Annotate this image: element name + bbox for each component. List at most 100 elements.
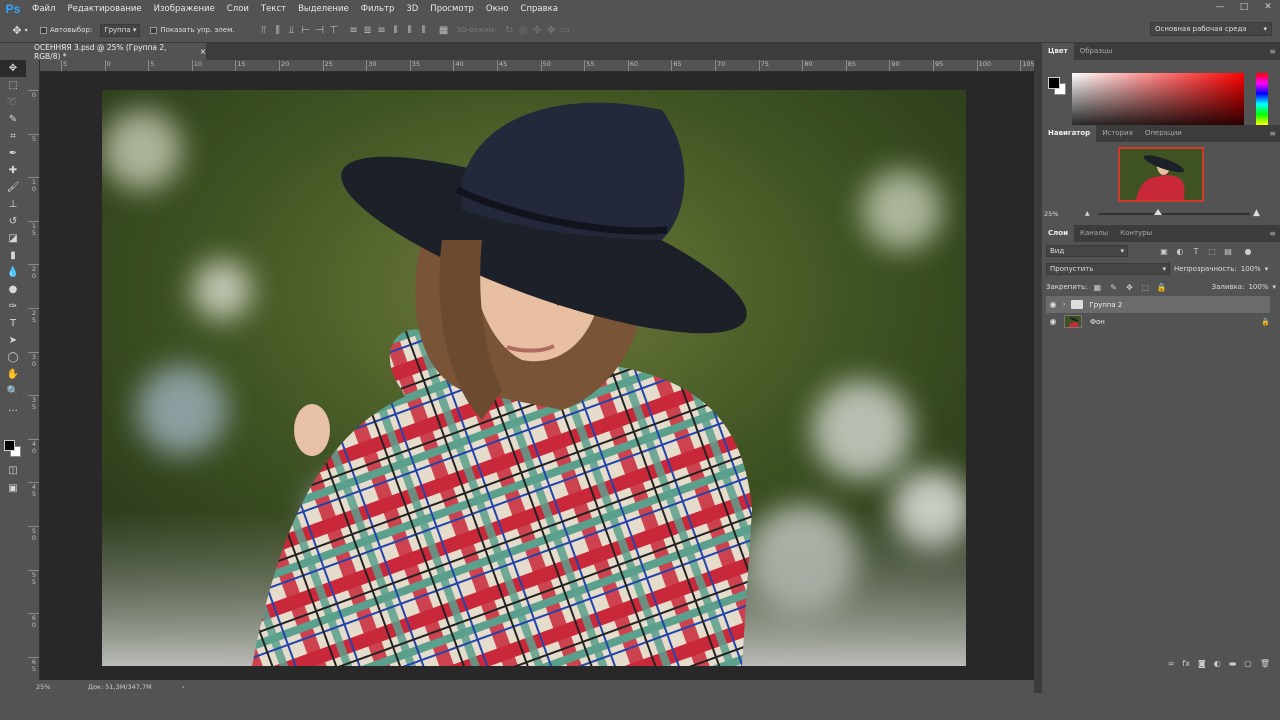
- workspace-select[interactable]: Основная рабочая среда ▾: [1150, 22, 1272, 36]
- slider-knob[interactable]: [1154, 209, 1162, 215]
- layer-mask-icon[interactable]: ◙: [1198, 659, 1206, 671]
- menu-image[interactable]: Изображение: [148, 0, 221, 18]
- layer-filter-select[interactable]: Вид ▾: [1046, 245, 1128, 257]
- align-bottom-icon[interactable]: ⫫: [285, 23, 299, 37]
- type-tool[interactable]: T: [0, 315, 26, 332]
- lock-position-icon[interactable]: ✥: [1123, 281, 1135, 293]
- zoom-in-icon[interactable]: ▲: [1253, 208, 1260, 218]
- menu-type[interactable]: Текст: [255, 0, 292, 18]
- tab-actions[interactable]: Операции: [1139, 125, 1188, 142]
- menu-edit[interactable]: Редактирование: [61, 0, 147, 18]
- distribute-hcenter-icon[interactable]: ⦀: [403, 23, 417, 37]
- expand-arrow-icon[interactable]: ›: [1063, 301, 1065, 308]
- horizontal-ruler[interactable]: 5 0 5 10 15 20 25 30 35 40 45 50 55 60 65 70 75 80 85 90 95 1…: [40, 60, 1034, 72]
- navigator-zoom-slider[interactable]: [1098, 213, 1250, 215]
- status-menu-arrow[interactable]: ›: [182, 683, 185, 691]
- new-layer-icon[interactable]: ▢: [1244, 659, 1252, 671]
- menu-view[interactable]: Просмотр: [424, 0, 480, 18]
- quick-mask-button[interactable]: ◫: [0, 462, 26, 479]
- align-vcenter-icon[interactable]: ⫼: [271, 23, 285, 37]
- dodge-tool[interactable]: ●: [0, 281, 26, 298]
- close-window-button[interactable]: ✕: [1256, 0, 1280, 14]
- chevron-down-icon[interactable]: ▾: [1272, 283, 1276, 291]
- zoom-level[interactable]: 25%: [28, 683, 78, 691]
- healing-tool[interactable]: ✚: [0, 162, 26, 179]
- distribute-bottom-icon[interactable]: ≡: [375, 23, 389, 37]
- show-transform-checkbox[interactable]: Показать упр. элем.: [150, 26, 235, 34]
- navigator-zoom[interactable]: 25%: [1044, 210, 1058, 218]
- blend-mode-select[interactable]: Пропустить ▾: [1046, 263, 1170, 275]
- lock-all-icon[interactable]: 🔒: [1155, 281, 1167, 293]
- brush-tool[interactable]: 🖌: [0, 179, 26, 196]
- tab-channels[interactable]: Каналы: [1074, 225, 1114, 242]
- visibility-eye-icon[interactable]: ◉: [1046, 300, 1060, 309]
- tab-navigator[interactable]: Навигатор: [1042, 125, 1097, 142]
- adjustment-layer-icon[interactable]: ◐: [1214, 659, 1221, 671]
- layer-style-icon[interactable]: fx: [1182, 659, 1190, 671]
- distribute-right-icon[interactable]: ⦀: [417, 23, 431, 37]
- menu-help[interactable]: Справка: [515, 0, 564, 18]
- lock-transparent-icon[interactable]: ▦: [1091, 281, 1103, 293]
- menu-window[interactable]: Окно: [480, 0, 515, 18]
- panel-menu-icon[interactable]: ≡: [1269, 129, 1276, 138]
- eraser-tool[interactable]: ◪: [0, 230, 26, 247]
- delete-layer-icon[interactable]: 🗑: [1260, 659, 1270, 671]
- history-brush-tool[interactable]: ↺: [0, 213, 26, 230]
- distribute-vcenter-icon[interactable]: ≣: [361, 23, 375, 37]
- 3d-scale-icon[interactable]: ▭: [558, 23, 572, 37]
- opacity-value[interactable]: 100%: [1241, 265, 1261, 273]
- zoom-out-icon[interactable]: ▲: [1085, 210, 1090, 217]
- gradient-tool[interactable]: ▮: [0, 247, 26, 264]
- auto-align-icon[interactable]: ▦: [437, 23, 451, 37]
- more-tools[interactable]: …: [0, 400, 26, 417]
- menu-3d[interactable]: 3D: [400, 0, 424, 18]
- crop-tool[interactable]: ⌗: [0, 128, 26, 145]
- tab-history[interactable]: История: [1096, 125, 1139, 142]
- screen-mode-button[interactable]: ▣: [0, 480, 26, 497]
- align-left-icon[interactable]: ⊢: [299, 23, 313, 37]
- tab-swatches[interactable]: Образцы: [1074, 43, 1119, 60]
- zoom-tool[interactable]: 🔍: [0, 383, 26, 400]
- pen-tool[interactable]: ✑: [0, 298, 26, 315]
- menu-file[interactable]: Файл: [26, 0, 61, 18]
- marquee-tool[interactable]: ⬚: [0, 77, 26, 94]
- tool-preset-picker[interactable]: ✥ ▾: [0, 24, 40, 37]
- new-group-icon[interactable]: ▬: [1229, 659, 1237, 671]
- menu-select[interactable]: Выделение: [292, 0, 355, 18]
- 3d-slide-icon[interactable]: ✥: [544, 23, 558, 37]
- align-right-icon[interactable]: ⊤: [327, 23, 341, 37]
- path-select-tool[interactable]: ➤: [0, 332, 26, 349]
- tab-color[interactable]: Цвет: [1042, 43, 1074, 60]
- document-tab[interactable]: ОСЕННЯЯ 3.psd @ 25% (Группа 2, RGB/8) * …: [28, 43, 206, 61]
- stamp-tool[interactable]: ⊥: [0, 196, 26, 213]
- color-foreground-swatch[interactable]: [1048, 77, 1060, 89]
- 3d-orbit-icon[interactable]: ↻: [502, 23, 516, 37]
- close-icon[interactable]: ×: [200, 47, 206, 56]
- lock-artboard-icon[interactable]: ⬚: [1139, 281, 1151, 293]
- lasso-tool[interactable]: ➰: [0, 94, 26, 111]
- canvas[interactable]: [40, 72, 1030, 680]
- tab-paths[interactable]: Контуры: [1114, 225, 1158, 242]
- menu-filter[interactable]: Фильтр: [355, 0, 401, 18]
- 3d-pan-icon[interactable]: ✣: [530, 23, 544, 37]
- align-hcenter-icon[interactable]: ⊣: [313, 23, 327, 37]
- quick-select-tool[interactable]: ✎: [0, 111, 26, 128]
- autoselect-target-select[interactable]: Группа ▾: [100, 23, 141, 37]
- minimize-button[interactable]: —: [1208, 0, 1232, 14]
- vertical-ruler[interactable]: 0 5 1 0 1 5 2 0 2 5 3 0 3 5 4 0 4 5 5 0 5 5 6 0 6 5: [28, 60, 40, 680]
- fill-value[interactable]: 100%: [1248, 283, 1268, 291]
- eyedropper-tool[interactable]: ✒: [0, 145, 26, 162]
- move-tool[interactable]: ✥: [0, 60, 26, 77]
- filter-type-icon[interactable]: T: [1190, 245, 1202, 257]
- filter-shape-icon[interactable]: ⬚: [1206, 245, 1218, 257]
- layer-row-background[interactable]: ◉ Фон 🔒: [1046, 313, 1270, 330]
- shape-tool[interactable]: ◯: [0, 349, 26, 366]
- filter-smart-icon[interactable]: ▤: [1222, 245, 1234, 257]
- layer-row-group[interactable]: ◉ › Группа 2: [1046, 296, 1270, 313]
- autoselect-checkbox[interactable]: Автовыбор:: [40, 26, 92, 34]
- align-top-icon[interactable]: ⫪: [257, 23, 271, 37]
- visibility-eye-icon[interactable]: ◉: [1046, 317, 1060, 326]
- filter-adjust-icon[interactable]: ◐: [1174, 245, 1186, 257]
- blur-tool[interactable]: 💧: [0, 264, 26, 281]
- filter-toggle-icon[interactable]: ●: [1242, 245, 1254, 257]
